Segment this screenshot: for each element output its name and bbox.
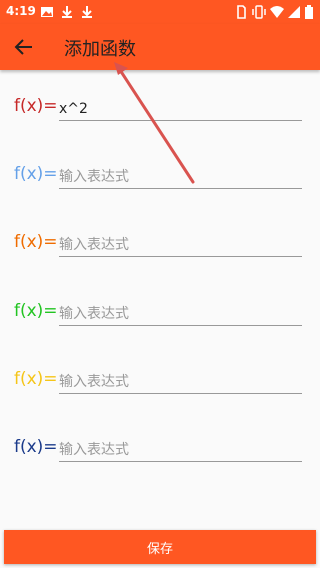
function-row: f(x)= (14, 437, 304, 471)
app-bar: 添加函数 (0, 24, 320, 70)
function-label: f(x)= (14, 164, 58, 184)
annotation-arrow (114, 62, 195, 184)
status-time: 4:19 (6, 4, 36, 18)
function-row: f(x)= (14, 164, 304, 198)
download-icon (82, 6, 92, 18)
download-icon (62, 6, 72, 18)
expression-input[interactable] (59, 303, 302, 326)
page-title: 添加函数 (64, 39, 136, 60)
function-row: f(x)= (14, 232, 304, 266)
battery-icon (305, 5, 313, 19)
function-label: f(x)= (14, 301, 58, 321)
function-label: f(x)= (14, 232, 58, 252)
function-row: f(x)= (14, 96, 304, 130)
function-row: f(x)= (14, 369, 304, 403)
function-label: f(x)= (14, 369, 58, 389)
image-icon (41, 7, 53, 17)
expression-input[interactable] (59, 166, 302, 189)
function-label: f(x)= (14, 96, 58, 116)
back-arrow-icon[interactable] (12, 35, 36, 59)
expression-input[interactable] (59, 371, 302, 394)
save-button[interactable]: 保存 (4, 530, 316, 564)
signal-icon (288, 6, 300, 18)
expression-input[interactable] (59, 234, 302, 257)
sim-icon (237, 5, 246, 19)
function-row: f(x)= (14, 301, 304, 335)
function-label: f(x)= (14, 437, 58, 457)
wifi-icon (270, 6, 284, 18)
expression-input[interactable] (59, 439, 302, 462)
expression-input[interactable] (59, 98, 302, 121)
status-bar: 4:19 (0, 0, 320, 24)
vibrate-icon (252, 5, 266, 19)
